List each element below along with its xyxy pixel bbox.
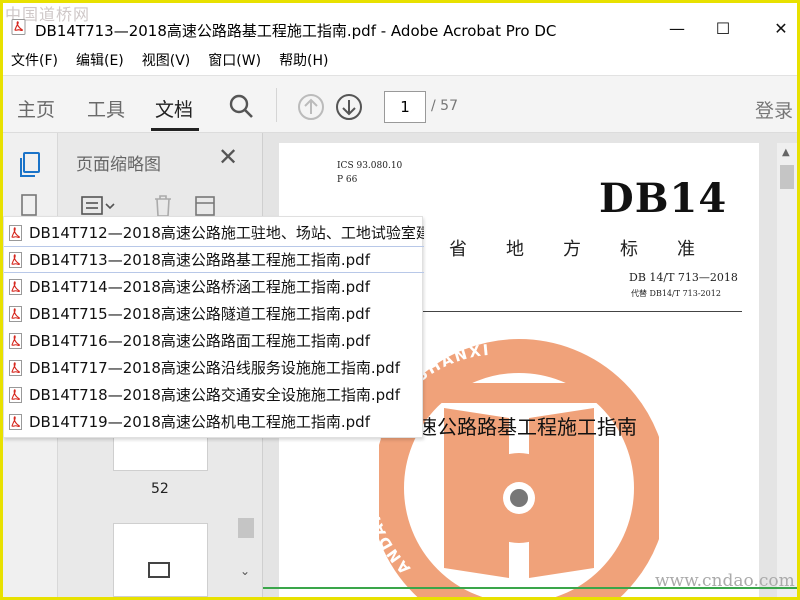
pdf-file-icon [9,359,22,376]
standard-logo-text: DB14 [599,175,728,222]
standard-replaces: 代替 DB14/T 713-2012 [631,289,721,298]
chevron-down-icon[interactable]: ⌄ [240,564,250,578]
bookmark-icon[interactable] [19,193,39,217]
thumbnail-figure [148,562,170,578]
thumbnail-options-icon[interactable] [80,195,116,217]
minimize-button[interactable]: — [657,13,697,43]
standard-type-row: 省地方标准 [449,239,695,260]
page-thumbnails-icon[interactable] [17,151,43,179]
dropdown-file-label: DB14T715—2018高速公路隧道工程施工指南.pdf [29,305,370,323]
open-files-dropdown: DB14T712—2018高速公路施工驻地、场站、工地试验室建 DB14T713—… [3,216,424,438]
pdf-file-icon [9,305,22,322]
menu-edit[interactable]: 编辑(E) [76,50,124,70]
login-link[interactable]: 登录 [755,96,793,123]
dropdown-file-label: DB14T716—2018高速公路路面工程施工指南.pdf [29,332,370,350]
document-scroll-thumb[interactable] [780,165,794,189]
thumbnail-page-53[interactable] [113,523,208,597]
tab-tools[interactable]: 工具 [87,95,125,122]
dropdown-file-item[interactable]: DB14T713—2018高速公路路基工程施工指南.pdf [4,246,424,273]
dropdown-file-label: DB14T717—2018高速公路沿线服务设施施工指南.pdf [29,359,400,377]
thumbnail-page-label: 52 [151,481,169,497]
dropdown-file-label: DB14T714—2018高速公路桥涵工程施工指南.pdf [29,278,370,296]
dropdown-file-label: DB14T718—2018高速公路交通安全设施施工指南.pdf [29,386,400,404]
ics-code: ICS 93.080.10 P 66 [337,161,403,185]
search-icon[interactable] [228,93,254,119]
document-scrollbar[interactable]: ▲ [777,143,797,597]
thumbnail-scrollbar[interactable]: ⌄ [238,518,254,588]
app-window: 中国道桥网 DB14T713—2018高速公路路基工程施工指南.pdf - Ad… [3,3,797,597]
dropdown-file-label: DB14T719—2018高速公路机电工程施工指南.pdf [29,413,370,431]
next-page-icon[interactable] [335,93,363,121]
chevron-up-icon[interactable]: ▲ [782,147,790,158]
active-tab-indicator [151,128,199,131]
menu-view[interactable]: 视图(V) [142,50,191,70]
tab-document[interactable]: 文档 [155,95,193,122]
pdf-file-icon [9,332,22,349]
status-accent-line [263,587,797,589]
tab-home[interactable]: 主页 [17,95,55,122]
thumbnail-scroll-thumb[interactable] [238,518,254,538]
main-toolbar: 主页 工具 文档 1 / 57 登录 [3,75,797,133]
pdf-file-icon [9,224,22,241]
pdf-file-icon [9,413,22,430]
menu-bar: 文件(F) 编辑(E) 视图(V) 窗口(W) 帮助(H) [3,47,797,73]
page-total: / 57 [431,98,458,114]
dropdown-file-item[interactable]: DB14T718—2018高速公路交通安全设施施工指南.pdf [4,381,424,408]
previous-page-icon[interactable] [297,93,325,121]
toolbar-separator [276,88,277,122]
close-button[interactable]: ✕ [761,13,797,43]
pdf-file-icon [9,278,22,295]
dropdown-file-item[interactable]: DB14T717—2018高速公路沿线服务设施施工指南.pdf [4,354,424,381]
dropdown-file-item[interactable]: DB14T712—2018高速公路施工驻地、场站、工地试验室建 [4,219,424,246]
pdf-file-icon [9,251,22,268]
panel-close-button[interactable]: ✕ [218,143,238,171]
menu-file[interactable]: 文件(F) [11,50,58,70]
dropdown-file-item[interactable]: DB14T714—2018高速公路桥涵工程施工指南.pdf [4,273,424,300]
menu-help[interactable]: 帮助(H) [279,50,328,70]
title-bar: 中国道桥网 DB14T713—2018高速公路路基工程施工指南.pdf - Ad… [3,3,797,43]
page-number-input[interactable]: 1 [384,91,426,123]
window-title: DB14T713—2018高速公路路基工程施工指南.pdf - Adobe Ac… [35,22,557,40]
acrobat-app-icon [11,19,26,35]
pdf-file-icon [9,386,22,403]
document-title: 速公路路基工程施工指南 [417,415,637,439]
dropdown-file-label: DB14T713—2018高速公路路基工程施工指南.pdf [29,251,370,269]
dropdown-file-item[interactable]: DB14T716—2018高速公路路面工程施工指南.pdf [4,327,424,354]
standard-code: DB 14/T 713—2018 [629,271,738,284]
dropdown-file-item[interactable]: DB14T715—2018高速公路隧道工程施工指南.pdf [4,300,424,327]
dropdown-file-label: DB14T712—2018高速公路施工驻地、场站、工地试验室建 [29,224,424,242]
panel-title: 页面缩略图 [76,155,161,175]
menu-window[interactable]: 窗口(W) [208,50,261,70]
dropdown-file-item[interactable]: DB14T719—2018高速公路机电工程施工指南.pdf [4,408,424,435]
maximize-button[interactable]: ☐ [703,13,743,43]
